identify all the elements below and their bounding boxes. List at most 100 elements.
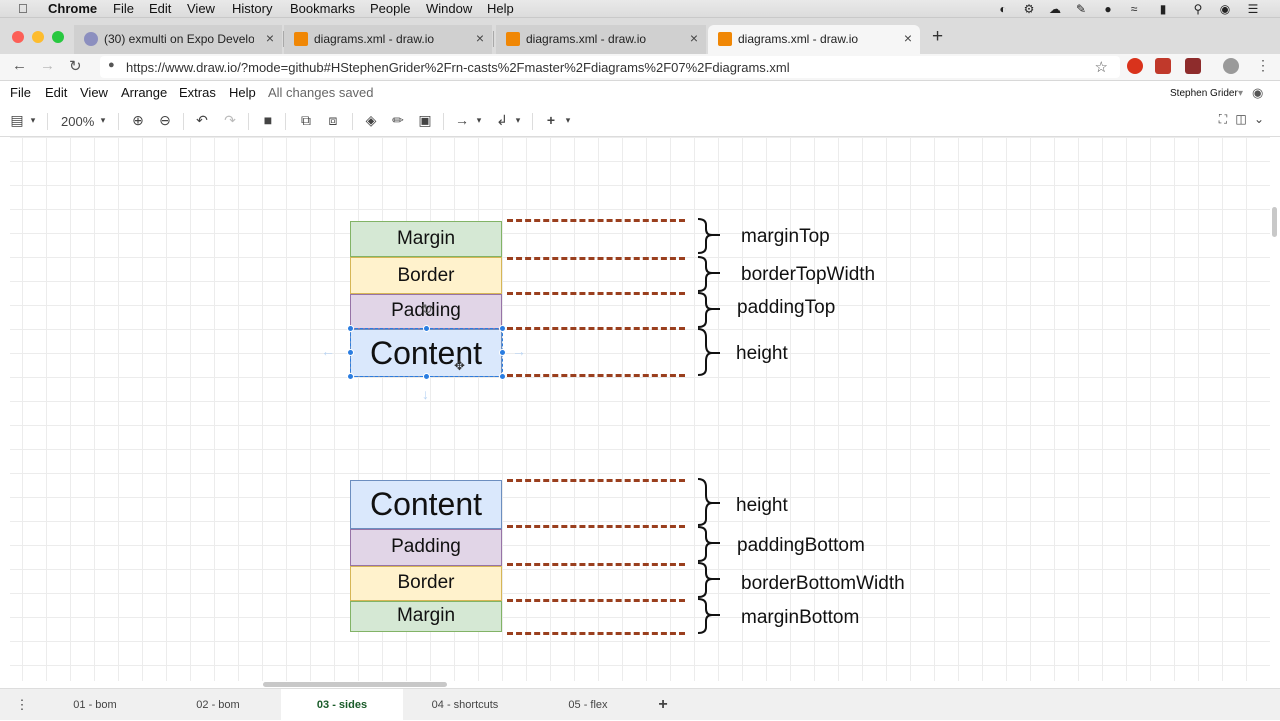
language-globe-icon[interactable]: ◉ (1252, 85, 1263, 101)
clone-arrow-right-icon[interactable]: → (512, 343, 526, 359)
page-tab[interactable]: 01 - bom (35, 689, 155, 721)
browser-tab[interactable]: (30) exmulti on Expo Develope × (74, 25, 282, 54)
label-height-bottom[interactable]: height (736, 495, 788, 517)
label-margin-top[interactable]: marginTop (741, 226, 830, 248)
label-padding-bottom[interactable]: paddingBottom (737, 535, 865, 557)
line-color-icon[interactable]: ✏ (388, 112, 408, 129)
chevron-down-icon[interactable]: ▾ (23, 115, 43, 126)
resize-handle[interactable] (423, 325, 430, 332)
forward-icon[interactable]: → (40, 57, 55, 74)
horizontal-scrollbar-thumb[interactable] (263, 682, 447, 687)
battery-icon[interactable]: ▮ (1155, 2, 1171, 16)
extension-icon[interactable] (1185, 58, 1201, 74)
zoom-select[interactable]: 200% (61, 114, 94, 129)
page-tab[interactable]: 02 - bom (158, 689, 278, 721)
margin-box[interactable]: Margin (350, 601, 502, 632)
resize-handle[interactable] (347, 349, 354, 356)
content-box[interactable]: Content (350, 480, 502, 529)
menu-bookmarks[interactable]: Bookmarks (290, 1, 355, 16)
page-tab-selected[interactable]: 03 - sides (281, 689, 403, 721)
clone-arrow-down-icon[interactable]: ↓ (422, 386, 429, 402)
drawio-menu-arrange[interactable]: Arrange (121, 85, 167, 100)
chevron-down-icon[interactable]: ▾ (558, 115, 578, 126)
menu-window[interactable]: Window (426, 1, 472, 16)
close-tab-icon[interactable]: × (904, 30, 912, 46)
browser-tab[interactable]: diagrams.xml - draw.io × (284, 25, 492, 54)
search-icon[interactable]: ⚲ (1190, 2, 1206, 16)
shadow-icon[interactable]: ▣ (415, 112, 435, 129)
glasses-icon[interactable]: ◐ (995, 2, 1011, 16)
drawio-menu-edit[interactable]: Edit (45, 85, 67, 100)
gear-status-icon[interactable]: ⚙ (1021, 2, 1037, 16)
browser-tab-active[interactable]: diagrams.xml - draw.io × (708, 25, 920, 54)
menu-history[interactable]: History (232, 1, 272, 16)
menu-people[interactable]: People (370, 1, 410, 16)
drawio-menu-help[interactable]: Help (229, 85, 256, 100)
pages-menu-icon[interactable]: ⋮ (14, 689, 30, 721)
bookmark-star-icon[interactable]: ☆ (1095, 58, 1108, 76)
label-padding-top[interactable]: paddingTop (737, 297, 835, 319)
url-input[interactable]: ● https://www.draw.io/?mode=github#HStep… (100, 56, 1120, 78)
vertical-scrollbar-thumb[interactable] (1272, 207, 1277, 237)
resize-handle[interactable] (347, 325, 354, 332)
menu-edit[interactable]: Edit (149, 1, 171, 16)
label-height-top[interactable]: height (736, 343, 788, 365)
browser-tab[interactable]: diagrams.xml - draw.io × (496, 25, 706, 54)
chevron-down-icon[interactable]: ▾ (508, 115, 528, 126)
list-icon[interactable]: ☰ (1245, 2, 1261, 16)
drawio-menu-extras[interactable]: Extras (179, 85, 216, 100)
resize-handle[interactable] (423, 373, 430, 380)
label-margin-bottom[interactable]: marginBottom (741, 607, 859, 629)
rotate-handle-icon[interactable]: ↻ (421, 301, 433, 318)
close-window-button[interactable] (12, 31, 24, 43)
minimize-window-button[interactable] (32, 31, 44, 43)
margin-box[interactable]: Margin (350, 221, 502, 257)
user-name[interactable]: Stephen Grider (1170, 88, 1238, 99)
zoom-in-icon[interactable]: ⊕ (128, 112, 148, 129)
add-page-button[interactable]: + (653, 689, 673, 721)
border-box[interactable]: Border (350, 257, 502, 294)
adblock-extension-icon[interactable] (1127, 58, 1143, 74)
menu-app-name[interactable]: Chrome (48, 1, 97, 16)
fullscreen-icon[interactable]: ⛶ (1213, 112, 1233, 127)
undo-icon[interactable]: ↶ (192, 112, 212, 129)
back-icon[interactable]: ← (12, 57, 27, 74)
cloud-icon[interactable]: ☁ (1047, 2, 1063, 16)
redo-icon[interactable]: ↷ (220, 112, 240, 129)
chrome-menu-icon[interactable]: ⋮ (1256, 57, 1270, 74)
close-tab-icon[interactable]: × (476, 30, 484, 46)
user-dropdown-icon[interactable]: ▾ (1238, 88, 1243, 99)
chevron-down-icon[interactable]: ▾ (93, 115, 113, 126)
delete-icon[interactable]: ■ (258, 112, 278, 128)
wifi-icon[interactable]: ≈ (1126, 2, 1142, 16)
clone-arrow-left-icon[interactable]: ← (321, 343, 335, 359)
resize-handle[interactable] (499, 349, 506, 356)
border-box[interactable]: Border (350, 566, 502, 601)
close-tab-icon[interactable]: × (266, 30, 274, 46)
to-front-icon[interactable]: ⧉ (296, 112, 316, 129)
resize-handle[interactable] (499, 373, 506, 380)
diagram-canvas[interactable]: Margin Border Padding Content ↻ ← → ↓ ✥ … (10, 137, 1270, 681)
pen-icon[interactable]: ✎ (1073, 2, 1089, 16)
drawio-menu-file[interactable]: File (10, 85, 31, 100)
siri-icon[interactable]: ◉ (1217, 2, 1233, 16)
menu-view[interactable]: View (187, 1, 215, 16)
page-tab[interactable]: 05 - flex (528, 689, 648, 721)
fill-color-icon[interactable]: ◈ (361, 112, 381, 129)
extension-icon[interactable] (1155, 58, 1171, 74)
resize-handle[interactable] (499, 325, 506, 332)
drawio-menu-view[interactable]: View (80, 85, 108, 100)
collapse-icon[interactable]: ⌄ (1249, 112, 1269, 126)
zoom-window-button[interactable] (52, 31, 64, 43)
resize-handle[interactable] (347, 373, 354, 380)
padding-box[interactable]: Padding (350, 529, 502, 566)
close-tab-icon[interactable]: × (690, 30, 698, 46)
chevron-down-icon[interactable]: ▾ (469, 115, 489, 126)
panel-toggle-icon[interactable]: ◫ (1231, 112, 1251, 126)
zoom-out-icon[interactable]: ⊖ (155, 112, 175, 129)
label-border-bottom-width[interactable]: borderBottomWidth (741, 573, 905, 595)
menu-help[interactable]: Help (487, 1, 514, 16)
apple-icon[interactable]:  (18, 1, 28, 16)
record-icon[interactable]: ● (1100, 2, 1116, 16)
to-back-icon[interactable]: ⧈ (323, 112, 343, 129)
